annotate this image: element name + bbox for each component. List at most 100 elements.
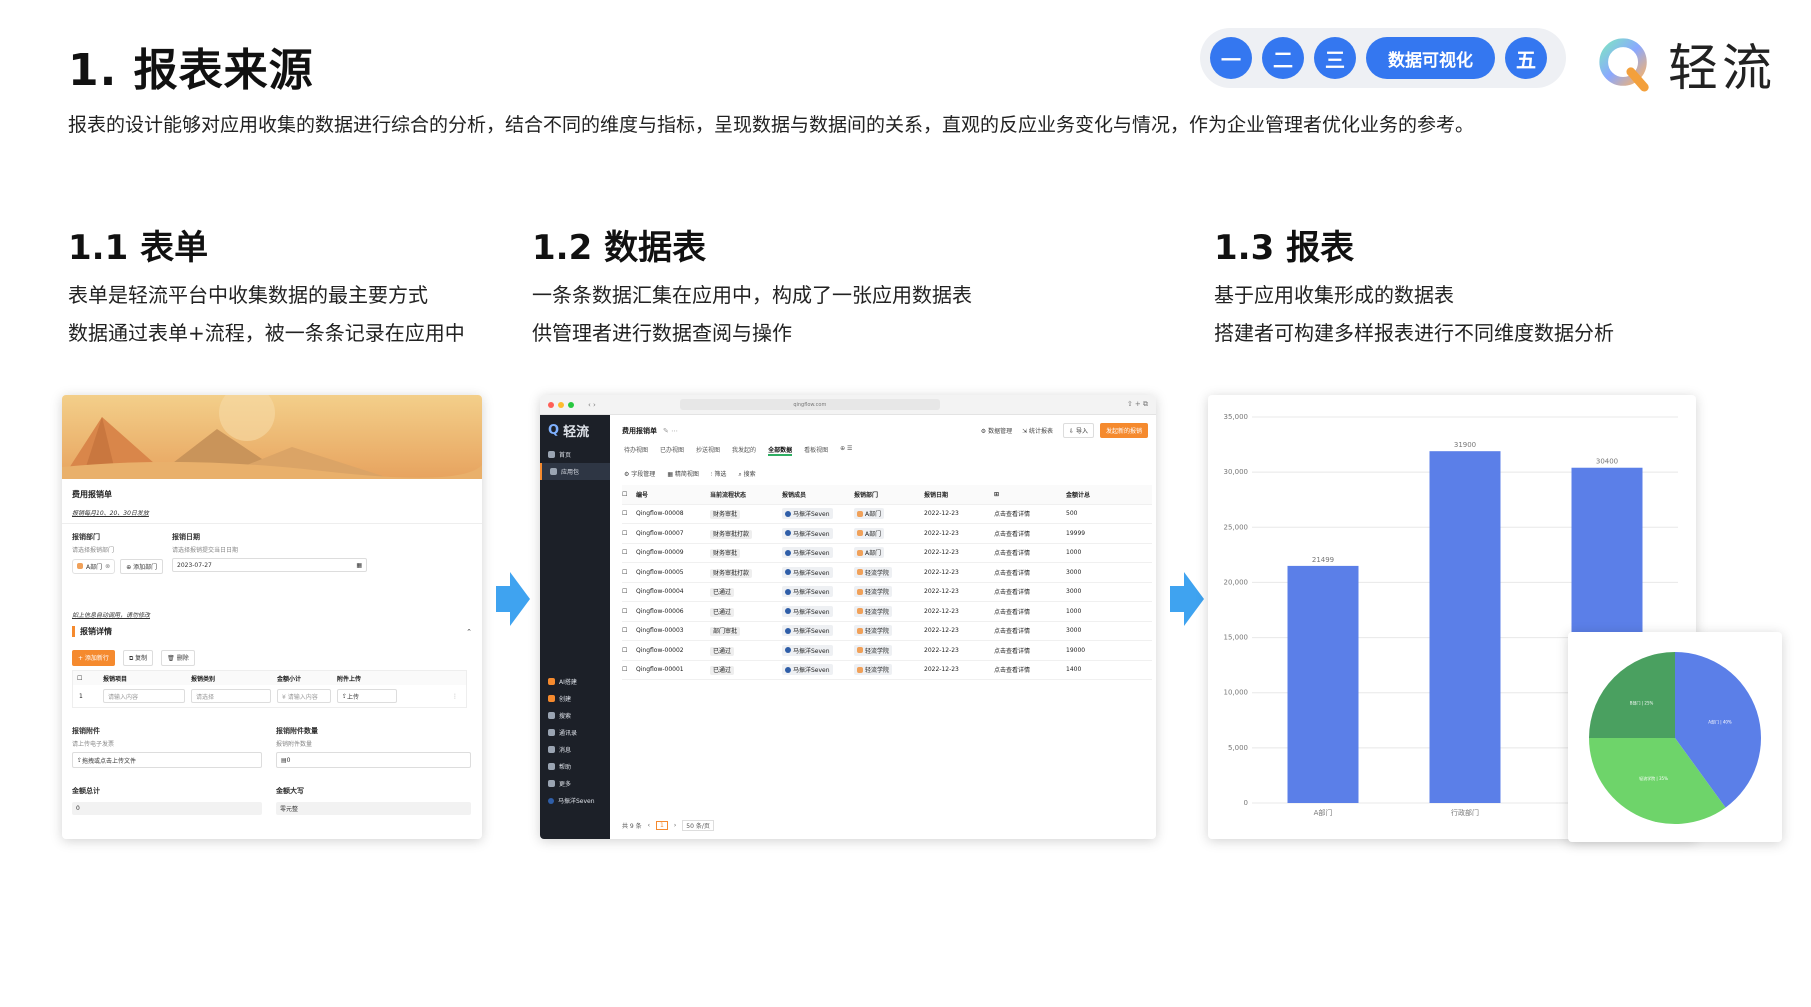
sidebar-item-help[interactable]: 帮助 (540, 758, 610, 775)
add-row-button[interactable]: + 添加新行 (72, 650, 115, 666)
stats-report-button[interactable]: ⇲ 统计报表 (1022, 426, 1053, 435)
item-input[interactable]: 请输入内容 (103, 689, 185, 703)
filter-button[interactable]: ⫶ 筛选 (711, 469, 726, 479)
col-status[interactable]: 当前流程状态 (710, 490, 782, 499)
cell-detail-link[interactable]: 点击查看详情 (994, 568, 1066, 577)
edit-icon[interactable]: ✎ ⋯ (663, 427, 678, 435)
col-amount[interactable]: 金额计总 (1066, 490, 1126, 499)
sidebar-item-search[interactable]: 搜索 (540, 707, 610, 724)
sidebar-item-messages[interactable]: 消息 (540, 741, 610, 758)
chapter-nav-1[interactable]: 一 (1210, 37, 1252, 79)
chapter-nav-3[interactable]: 三 (1314, 37, 1356, 79)
table-row[interactable]: ☐ Qingflow-00003 部门审批 马振洋Seven 轻流学院 2022-12-2… (622, 622, 1152, 641)
search-button[interactable]: ⌕ 搜索 (738, 469, 755, 479)
form-subtitle: 报销每月10、20、30日发放 (72, 510, 149, 517)
table-row[interactable]: ☐ Qingflow-00008 财务审批 马振洋Seven A部门 2022-12-23… (622, 505, 1152, 524)
sidebar-item-more[interactable]: 更多 (540, 775, 610, 792)
select-all-checkbox[interactable]: ☐ (622, 491, 636, 498)
col-date[interactable]: 报销日期 (924, 490, 994, 499)
add-dept-button[interactable]: ⊕ 添加部门 (120, 559, 164, 574)
maximize-window-icon[interactable] (568, 401, 574, 408)
table-row[interactable]: ☐ Qingflow-00001 已通过 马振洋Seven 轻流学院 2022-12-23… (622, 661, 1152, 680)
add-view-icon[interactable]: ⊕ ☰ (840, 445, 852, 456)
pie-slice[interactable] (1589, 652, 1675, 738)
tab-done[interactable]: 已办视图 (660, 445, 684, 456)
row-checkbox[interactable]: ☐ (622, 588, 636, 595)
import-button[interactable]: ⇩ 导入 (1063, 423, 1094, 438)
col-detail[interactable]: ⊞ (994, 491, 1066, 498)
type-select[interactable]: 请选择 (191, 689, 271, 703)
tab-mine[interactable]: 我发起的 (732, 445, 756, 456)
col-member[interactable]: 报销成员 (782, 490, 854, 499)
row-checkbox[interactable]: ☐ (622, 530, 636, 537)
sidebar-item-ai[interactable]: AI搭建 (540, 673, 610, 690)
tab-cc[interactable]: 抄送视图 (696, 445, 720, 456)
new-reimburse-button[interactable]: 发起新的报销 (1099, 423, 1148, 438)
bar[interactable] (1287, 565, 1359, 803)
col-dept[interactable]: 报销部门 (854, 490, 924, 499)
cell-detail-link[interactable]: 点击查看详情 (994, 665, 1066, 674)
select-all-checkbox[interactable]: ☐ (73, 675, 103, 682)
page-size-select[interactable]: 50 条/页 (682, 820, 714, 831)
copy-row-button[interactable]: ⧉ 复制 (122, 650, 154, 666)
table-row[interactable]: ☐ Qingflow-00004 已通过 马振洋Seven 轻流学院 2022-12-23… (622, 583, 1152, 602)
col-id[interactable]: 编号 (636, 490, 710, 499)
row-checkbox[interactable]: ☐ (622, 510, 636, 517)
compact-view-button[interactable]: ▦ 精简视图 (667, 469, 699, 479)
cell-detail-link[interactable]: 点击查看详情 (994, 646, 1066, 655)
bar[interactable] (1429, 451, 1501, 803)
cell-detail-link[interactable]: 点击查看详情 (994, 626, 1066, 635)
chapter-nav-2[interactable]: 二 (1262, 37, 1304, 79)
attach-upload-area[interactable]: ⇪ 拖拽或点击上传文件 (72, 752, 262, 768)
close-window-icon[interactable] (548, 401, 554, 408)
cell-detail-link[interactable]: 点击查看详情 (994, 607, 1066, 616)
minimize-window-icon[interactable] (558, 401, 564, 408)
data-manage-button[interactable]: ⚙ 数据管理 (981, 426, 1012, 435)
tab-all-data[interactable]: 全部数据 (768, 445, 793, 456)
apps-grid-icon (550, 468, 557, 475)
chapter-nav-5[interactable]: 五 (1505, 37, 1547, 79)
sidebar-item-home[interactable]: 首页 (540, 446, 610, 463)
url-bar[interactable]: qingflow.com (679, 399, 940, 410)
table-row[interactable]: ☐ Qingflow-00006 已通过 马振洋Seven 轻流学院 2022-12-23… (622, 602, 1152, 622)
row-checkbox[interactable]: ☐ (622, 549, 636, 556)
sidebar-item-apps[interactable]: 应用包 (540, 463, 610, 480)
attach-count-input[interactable]: ▤ 0 (276, 752, 471, 768)
amount-input[interactable]: ¥ 请输入内容 (277, 689, 331, 703)
row-checkbox[interactable]: ☐ (622, 647, 636, 654)
collapse-chevron-icon[interactable]: ⌃ (466, 628, 472, 636)
chapter-nav-4-active[interactable]: 数据可视化 (1366, 37, 1495, 79)
tab-kanban[interactable]: 看板视图 (804, 445, 828, 456)
cell-detail-link[interactable]: 点击查看详情 (994, 587, 1066, 596)
cell-detail-link[interactable]: 点击查看详情 (994, 548, 1066, 557)
sidebar-user[interactable]: 马振洋Seven (540, 792, 610, 809)
sidebar-item-create[interactable]: 创建 (540, 690, 610, 707)
row-checkbox[interactable]: ☐ (622, 627, 636, 634)
sidebar-brand[interactable]: Q 轻流 (540, 415, 610, 446)
date-input[interactable]: 2023-07-27 ▦ (172, 558, 367, 572)
table-row[interactable]: ☐ Qingflow-00005 财务审批打款 马振洋Seven 轻流学院 2022-12… (622, 563, 1152, 583)
upload-button[interactable]: ⇪ 上传 (337, 689, 397, 703)
cell-detail-link[interactable]: 点击查看详情 (994, 529, 1066, 538)
cell-detail-link[interactable]: 点击查看详情 (994, 509, 1066, 518)
prev-page-icon[interactable]: ‹ (648, 822, 650, 829)
remove-icon[interactable]: ⊗ (105, 563, 110, 570)
tab-todo[interactable]: 待办视图 (624, 445, 648, 456)
cell-status: 财务审批 (710, 549, 741, 559)
row-checkbox[interactable]: ☐ (622, 608, 636, 615)
table-row[interactable]: ☐ Qingflow-00009 财务审批 马振洋Seven A部门 2022-12-23… (622, 544, 1152, 563)
page-number[interactable]: 1 (656, 821, 668, 830)
table-row[interactable]: ☐ Qingflow-00002 已通过 马振洋Seven 轻流学院 2022-12-23… (622, 641, 1152, 661)
row-checkbox[interactable]: ☐ (622, 666, 636, 673)
dept-chip[interactable]: A部门 ⊗ (72, 558, 116, 574)
field-manage-button[interactable]: ⚙ 字段管理 (624, 469, 655, 479)
delete-row-button[interactable]: 🗑 删除 (161, 650, 195, 666)
back-forward-icon[interactable]: ‹ › (588, 401, 596, 409)
sidebar-item-contacts[interactable]: 通讯录 (540, 724, 610, 741)
row-more-icon[interactable]: ⋮ (452, 693, 466, 700)
next-page-icon[interactable]: › (674, 822, 676, 829)
table-row[interactable]: ☐ Qingflow-00007 财务审批打款 马振洋Seven A部门 2022-12-… (622, 524, 1152, 544)
browser-actions-icon[interactable]: ⇧ + ⧉ (1127, 400, 1148, 409)
row-checkbox[interactable]: ☐ (622, 569, 636, 576)
x-tick-label: A部门 (1314, 808, 1333, 817)
